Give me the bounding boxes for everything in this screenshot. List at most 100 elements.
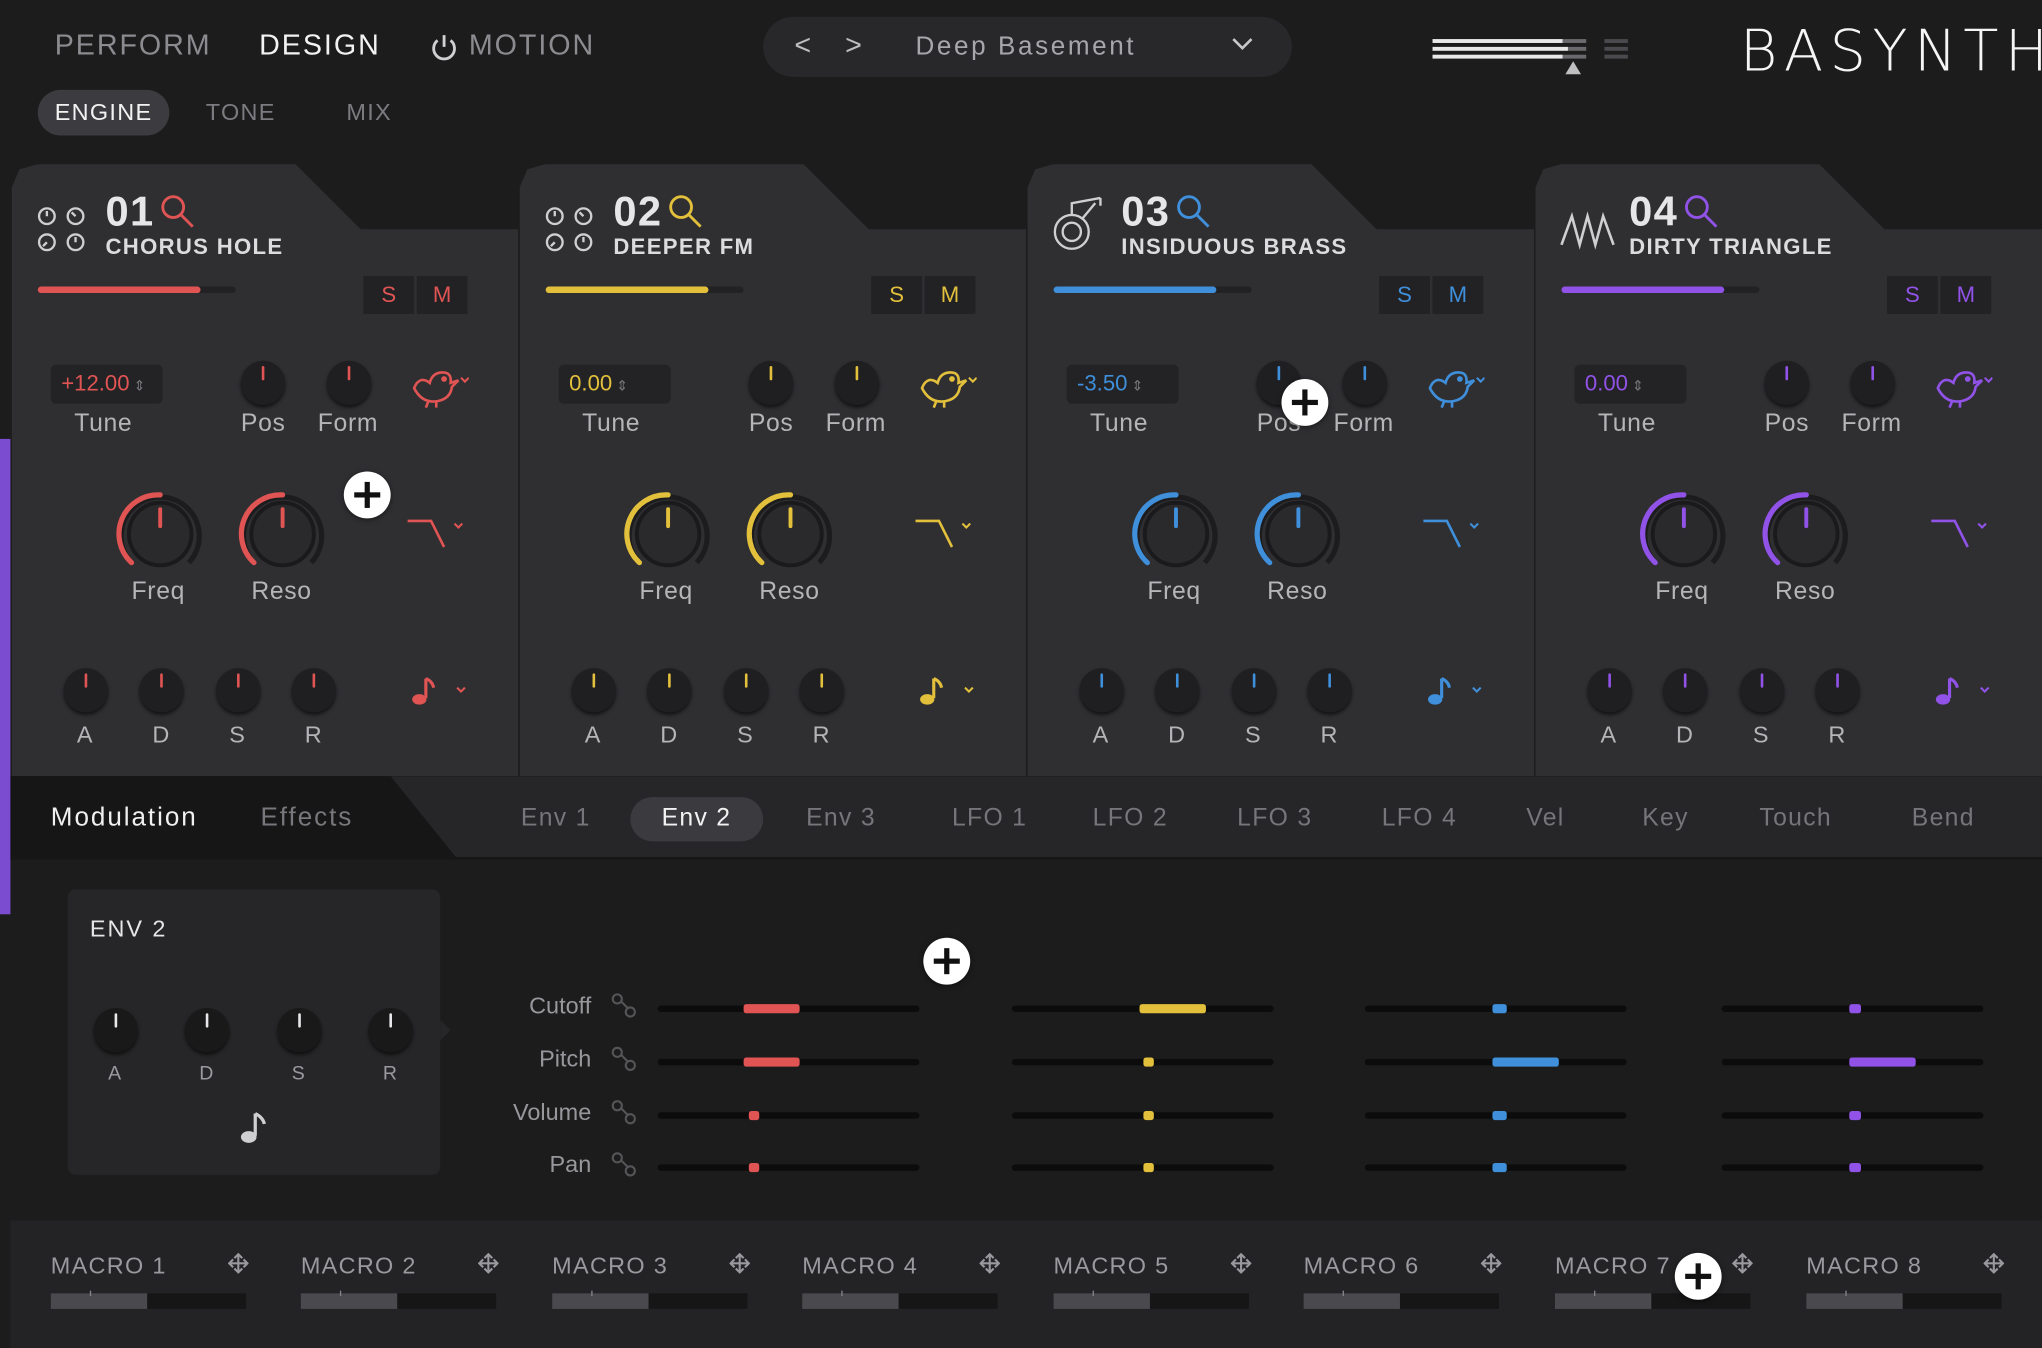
macro-slider-6[interactable]: [1303, 1290, 1499, 1309]
note-icon[interactable]: [918, 675, 978, 713]
mod-amount-slider[interactable]: [1364, 1057, 1627, 1067]
move-icon[interactable]: [477, 1252, 499, 1280]
lowpass-filter-icon[interactable]: [1929, 513, 1989, 559]
move-icon[interactable]: [1731, 1252, 1754, 1280]
form-knob[interactable]: [326, 360, 372, 406]
mod-amount-slider[interactable]: [1364, 1004, 1627, 1014]
mod-amount-slider[interactable]: [1721, 1004, 1984, 1014]
solo-button[interactable]: S: [1379, 276, 1430, 314]
search-icon[interactable]: [159, 193, 195, 236]
mod-amount-slider[interactable]: [1364, 1163, 1627, 1173]
pos-knob[interactable]: [748, 360, 794, 406]
tab-design[interactable]: DESIGN: [259, 29, 381, 63]
mod-source-tab-env-2[interactable]: Env 2: [630, 797, 763, 842]
attack-knob[interactable]: [63, 668, 109, 713]
preset-nav-arrows[interactable]: < >: [794, 29, 874, 63]
decay-knob[interactable]: [1663, 668, 1708, 713]
solo-button[interactable]: S: [363, 276, 415, 314]
master-volume-meter[interactable]: [1430, 36, 1633, 78]
lowpass-filter-icon[interactable]: [913, 513, 973, 559]
decay-knob[interactable]: [139, 668, 184, 713]
power-icon[interactable]: [977, 175, 1016, 221]
mod-amount-slider[interactable]: [1721, 1110, 1984, 1121]
move-icon[interactable]: [1983, 1252, 2005, 1280]
mod-source-tab-lfo-3[interactable]: LFO 3: [1237, 805, 1312, 834]
search-icon[interactable]: [1683, 193, 1719, 236]
bird-icon[interactable]: [1425, 365, 1486, 416]
move-icon[interactable]: [227, 1252, 249, 1280]
stepper-icon[interactable]: ⇕: [1632, 379, 1644, 395]
release-knob[interactable]: [1815, 668, 1860, 713]
osc-level-bar[interactable]: [1561, 286, 1760, 294]
lowpass-filter-icon[interactable]: [1421, 513, 1481, 559]
form-knob[interactable]: [834, 360, 880, 406]
mod-source-tab-env-1[interactable]: Env 1: [521, 805, 591, 834]
osc-level-bar[interactable]: [1053, 286, 1252, 294]
reso-knob[interactable]: [1252, 487, 1346, 581]
attack-knob[interactable]: [571, 668, 616, 713]
osc-level-bar[interactable]: [545, 286, 744, 294]
attack-knob[interactable]: [1587, 668, 1632, 713]
decay-knob[interactable]: [1155, 668, 1200, 713]
mute-button[interactable]: M: [1432, 276, 1484, 314]
chevron-down-icon[interactable]: [1229, 30, 1255, 63]
link-icon[interactable]: [1425, 176, 1461, 219]
preset-selector[interactable]: < > Deep Basement: [763, 16, 1292, 77]
solo-button[interactable]: S: [871, 276, 923, 314]
stepper-icon[interactable]: ⇕: [616, 379, 628, 395]
bird-icon[interactable]: [409, 365, 470, 416]
subtab-engine[interactable]: ENGINE: [37, 89, 170, 136]
macro-slider-2[interactable]: [300, 1290, 497, 1309]
macro-slider-1[interactable]: [50, 1290, 247, 1309]
mod-amount-slider[interactable]: [1364, 1110, 1627, 1121]
decay-knob[interactable]: [647, 668, 692, 713]
freq-knob[interactable]: [1637, 487, 1731, 581]
note-icon[interactable]: [1934, 675, 1994, 713]
tune-field[interactable]: 0.00 ⇕: [558, 364, 671, 404]
mod-amount-slider[interactable]: [1011, 1057, 1274, 1067]
mute-button[interactable]: M: [416, 276, 468, 314]
sustain-knob[interactable]: [724, 668, 769, 713]
mod-amount-slider[interactable]: [1721, 1057, 1984, 1067]
sustain-knob[interactable]: [1231, 668, 1277, 713]
subtab-mix[interactable]: MIX: [346, 99, 392, 126]
solo-button[interactable]: S: [1887, 276, 1938, 314]
sustain-knob[interactable]: [1739, 668, 1785, 713]
mod-source-tab-env-3[interactable]: Env 3: [806, 805, 876, 834]
mod-amount-slider[interactable]: [1011, 1163, 1274, 1173]
mute-button[interactable]: M: [924, 276, 976, 314]
macro-slider-5[interactable]: [1053, 1290, 1249, 1309]
tune-field[interactable]: -3.50 ⇕: [1066, 364, 1179, 404]
bird-icon[interactable]: [917, 365, 978, 416]
mod-source-tab-lfo-1[interactable]: LFO 1: [952, 805, 1027, 834]
freq-knob[interactable]: [1129, 487, 1223, 581]
tab-modulation[interactable]: Modulation: [51, 804, 198, 834]
mod-amount-slider[interactable]: [657, 1163, 920, 1173]
link-icon[interactable]: [611, 1046, 637, 1079]
reso-knob[interactable]: [236, 487, 330, 581]
form-knob[interactable]: [1342, 360, 1387, 406]
link-icon[interactable]: [611, 1151, 637, 1184]
subtab-tone[interactable]: TONE: [206, 99, 276, 126]
reso-knob[interactable]: [744, 487, 838, 581]
mod-source-tab-touch[interactable]: Touch: [1759, 805, 1832, 834]
power-icon[interactable]: [469, 175, 508, 221]
dice-icon[interactable]: [1370, 178, 1401, 216]
tune-field[interactable]: +12.00 ⇕: [50, 364, 163, 404]
pos-knob[interactable]: [240, 360, 286, 406]
stepper-icon[interactable]: ⇕: [133, 379, 145, 395]
macro-slider-8[interactable]: [1806, 1290, 2002, 1309]
mod-amount-slider[interactable]: [1721, 1163, 1984, 1173]
link-icon[interactable]: [409, 176, 445, 219]
power-icon[interactable]: [1485, 175, 1524, 221]
env-sustain-knob[interactable]: [277, 1008, 322, 1053]
sustain-knob[interactable]: [216, 668, 261, 713]
mod-source-tab-bend[interactable]: Bend: [1912, 805, 1975, 834]
note-icon[interactable]: [240, 1110, 269, 1150]
mute-button[interactable]: M: [1940, 276, 1992, 314]
env-release-knob[interactable]: [368, 1008, 413, 1053]
mod-amount-slider[interactable]: [657, 1110, 920, 1121]
osc-level-bar[interactable]: [37, 286, 236, 294]
mod-amount-slider[interactable]: [657, 1004, 920, 1014]
reso-knob[interactable]: [1759, 487, 1853, 581]
